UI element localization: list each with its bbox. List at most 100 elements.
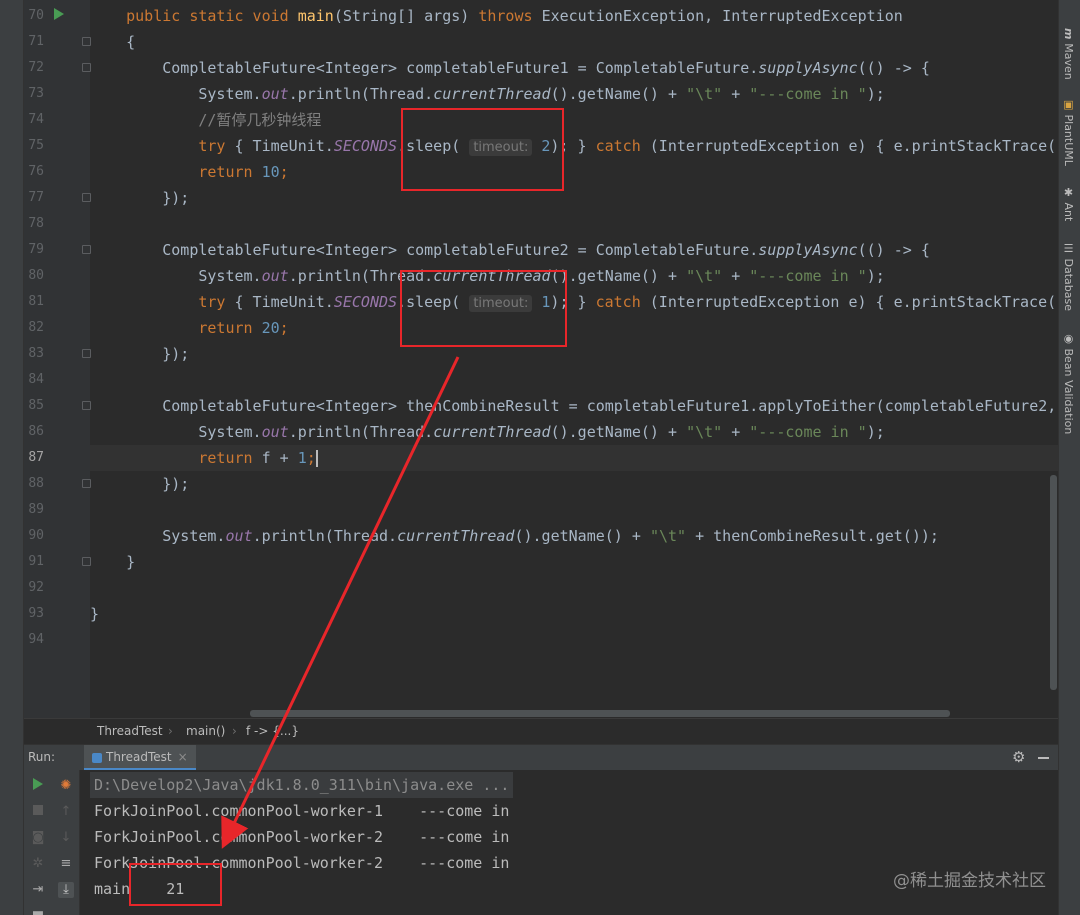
arrow-up-icon[interactable]: ↑ bbox=[58, 804, 74, 820]
run-main-icon[interactable] bbox=[54, 8, 64, 20]
code-line[interactable]: return 20; bbox=[90, 315, 288, 341]
breadcrumb: ThreadTest › main() › f -> {...} bbox=[24, 718, 1058, 744]
run-tab-threadtest[interactable]: ThreadTest × bbox=[84, 745, 196, 771]
code-token: return bbox=[90, 449, 262, 467]
fold-marker-icon[interactable] bbox=[82, 37, 91, 46]
code-line[interactable]: System.out.println(Thread.currentThread(… bbox=[90, 81, 884, 107]
code-token: currentThread bbox=[397, 527, 515, 545]
console-output[interactable]: D:\Develop2\Java\jdk1.8.0_311\bin\java.e… bbox=[81, 770, 1058, 915]
soft-wrap-icon[interactable]: ≡ bbox=[58, 856, 74, 872]
code-line[interactable]: }); bbox=[90, 185, 189, 211]
code-token: ; bbox=[279, 163, 289, 181]
console-toolbar-secondary: ✺ ↑ ↓ ≡ ⤓ bbox=[52, 770, 80, 915]
code-token: "---come in " bbox=[749, 267, 867, 285]
breadcrumb-file[interactable]: ThreadTest bbox=[97, 724, 163, 738]
code-token: out bbox=[261, 267, 289, 285]
code-line[interactable]: CompletableFuture<Integer> completableFu… bbox=[90, 237, 930, 263]
camera-icon[interactable]: ◙ bbox=[30, 830, 46, 846]
print-icon[interactable]: ▬ bbox=[30, 906, 46, 915]
code-token: }); bbox=[90, 189, 190, 207]
line-number: 81 bbox=[28, 294, 44, 309]
code-line[interactable]: return f + 1; bbox=[90, 445, 1058, 471]
code-token: (InterruptedException e) { e.printStackT… bbox=[649, 293, 1058, 311]
line-number: 76 bbox=[28, 164, 44, 179]
text-caret bbox=[315, 450, 318, 467]
code-token: 1 bbox=[297, 449, 307, 467]
fold-marker-icon[interactable] bbox=[82, 63, 91, 72]
code-line[interactable]: //暂停几秒钟线程 bbox=[90, 107, 321, 133]
line-number: 94 bbox=[28, 632, 44, 647]
tool-window-ant[interactable]: ✱ Ant bbox=[1062, 186, 1075, 221]
code-line[interactable]: public static void main(String[] args) t… bbox=[90, 3, 903, 29]
code-token: return bbox=[90, 319, 262, 337]
code-token: (InterruptedException e) { e.printStackT… bbox=[649, 137, 1058, 155]
code-token: } bbox=[90, 605, 100, 623]
line-number: 77 bbox=[28, 190, 44, 205]
code-token: try bbox=[90, 137, 235, 155]
code-token: + bbox=[722, 85, 750, 103]
run-config-icon bbox=[92, 753, 102, 763]
code-token: (() -> { bbox=[857, 59, 930, 77]
code-token: "\t" bbox=[686, 267, 723, 285]
annotation-box-sleep-2 bbox=[401, 108, 564, 191]
code-token: ().getName() + bbox=[550, 267, 687, 285]
stop-icon[interactable] bbox=[30, 804, 46, 820]
code-line[interactable]: { bbox=[90, 29, 135, 55]
rerun-icon[interactable] bbox=[30, 778, 46, 794]
code-line[interactable]: } bbox=[90, 549, 135, 575]
code-token: { TimeUnit. bbox=[234, 293, 334, 311]
fold-marker-icon[interactable] bbox=[82, 557, 91, 566]
code-token: ; bbox=[306, 449, 316, 467]
tool-window-plantuml[interactable]: ▣ PlantUML bbox=[1062, 98, 1075, 166]
code-editor[interactable]: public static void main(String[] args) t… bbox=[90, 0, 1058, 718]
vertical-scrollbar[interactable] bbox=[1050, 475, 1057, 690]
horizontal-scrollbar[interactable] bbox=[250, 710, 950, 717]
close-tab-icon[interactable]: × bbox=[178, 750, 188, 764]
watermark: @稀土掘金技术社区 bbox=[893, 871, 1046, 891]
code-line[interactable]: }); bbox=[90, 341, 189, 367]
code-token: catch bbox=[595, 293, 650, 311]
code-line[interactable]: System.out.println(Thread.currentThread(… bbox=[90, 523, 939, 549]
code-line[interactable]: } bbox=[90, 601, 99, 627]
code-token: System. bbox=[90, 527, 226, 545]
fold-marker-icon[interactable] bbox=[82, 401, 91, 410]
code-line[interactable]: return 10; bbox=[90, 159, 289, 185]
scroll-to-end-icon[interactable]: ⤓ bbox=[58, 882, 74, 898]
code-token: .println(Thread. bbox=[252, 527, 398, 545]
code-line[interactable]: try { TimeUnit.SECONDS.sleep( timeout: 2… bbox=[90, 133, 1058, 159]
code-line[interactable]: System.out.println(Thread.currentThread(… bbox=[90, 419, 884, 445]
tool-window-database[interactable]: ☰ Database bbox=[1062, 242, 1075, 311]
code-token: + bbox=[722, 267, 750, 285]
bean-validation-icon: ◉ bbox=[1062, 332, 1075, 349]
code-token: f + bbox=[261, 449, 298, 467]
settings-icon[interactable]: ✲ bbox=[30, 856, 46, 872]
arrow-down-icon[interactable]: ↓ bbox=[58, 830, 74, 846]
annotation-box-sleep-1 bbox=[400, 270, 567, 347]
code-token: ().getName() + bbox=[514, 527, 650, 545]
code-token: out bbox=[261, 85, 289, 103]
fold-marker-icon[interactable] bbox=[82, 349, 91, 358]
tool-window-maven[interactable]: m Maven bbox=[1062, 28, 1075, 80]
minimize-icon[interactable] bbox=[1038, 757, 1049, 759]
code-line[interactable]: try { TimeUnit.SECONDS.sleep( timeout: 1… bbox=[90, 289, 1058, 315]
line-number: 93 bbox=[28, 606, 44, 621]
code-token: currentThread bbox=[433, 423, 551, 441]
code-line[interactable]: }); bbox=[90, 471, 189, 497]
breadcrumb-lambda[interactable]: f -> {...} bbox=[246, 724, 299, 738]
login-icon[interactable]: ⇥ bbox=[30, 882, 46, 898]
code-line[interactable]: CompletableFuture<Integer> thenCombineRe… bbox=[90, 393, 1056, 419]
fold-marker-icon[interactable] bbox=[82, 193, 91, 202]
fold-marker-icon[interactable] bbox=[82, 479, 91, 488]
code-token: { bbox=[90, 33, 136, 51]
console-command-line[interactable]: D:\Develop2\Java\jdk1.8.0_311\bin\java.e… bbox=[90, 772, 514, 798]
breadcrumb-method[interactable]: main() bbox=[186, 724, 225, 738]
fold-marker-icon[interactable] bbox=[82, 245, 91, 254]
code-line[interactable]: CompletableFuture<Integer> completableFu… bbox=[90, 55, 930, 81]
line-number: 80 bbox=[28, 268, 44, 283]
line-number: 73 bbox=[28, 86, 44, 101]
line-number: 78 bbox=[28, 216, 44, 231]
tool-window-bean-validation[interactable]: ◉ Bean Validation bbox=[1062, 332, 1075, 434]
gear-icon[interactable]: ⚙ bbox=[1012, 748, 1025, 766]
code-token: ().getName() + bbox=[550, 423, 687, 441]
debug-icon[interactable]: ✺ bbox=[58, 778, 74, 794]
